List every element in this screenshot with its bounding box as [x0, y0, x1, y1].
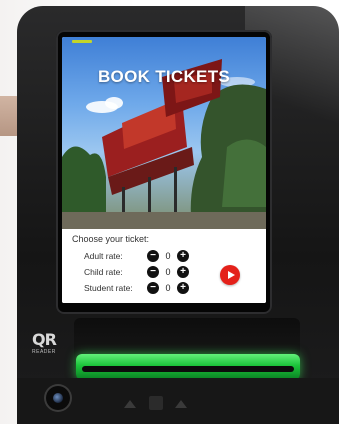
child-decrement-button[interactable]: −	[147, 266, 159, 278]
screen-title: BOOK TICKETS	[97, 67, 231, 86]
student-increment-button[interactable]: +	[177, 282, 189, 294]
child-rate-label: Child rate:	[84, 267, 123, 277]
student-rate-row: Student rate: − 0 +	[72, 281, 192, 295]
hero-image: BOOK TICKETS	[62, 37, 266, 229]
adult-quantity: 0	[165, 251, 171, 261]
child-rate-row: Child rate: − 0 +	[72, 265, 192, 279]
card-slot[interactable]	[149, 396, 163, 410]
left-arrow-icon	[124, 400, 136, 408]
adult-rate-label: Adult rate:	[84, 251, 123, 261]
touch-screen: BOOK TICKETS Choose your ticket: Adult r…	[62, 37, 266, 303]
qr-reader-caption: READER	[32, 349, 56, 355]
right-arrow-icon	[175, 400, 187, 408]
choose-ticket-heading: Choose your ticket:	[72, 234, 150, 244]
ticket-slot[interactable]	[82, 366, 294, 372]
adult-rate-row: Adult rate: − 0 +	[72, 249, 192, 263]
student-decrement-button[interactable]: −	[147, 282, 159, 294]
adult-decrement-button[interactable]: −	[147, 250, 159, 262]
child-quantity: 0	[165, 267, 171, 277]
adult-increment-button[interactable]: +	[177, 250, 189, 262]
play-icon[interactable]	[220, 265, 240, 285]
camera-lens	[53, 393, 63, 403]
qr-reader-logo: QR	[32, 330, 57, 349]
status-indicator	[72, 40, 92, 43]
student-rate-label: Student rate:	[84, 283, 133, 293]
child-increment-button[interactable]: +	[177, 266, 189, 278]
student-quantity: 0	[165, 283, 171, 293]
